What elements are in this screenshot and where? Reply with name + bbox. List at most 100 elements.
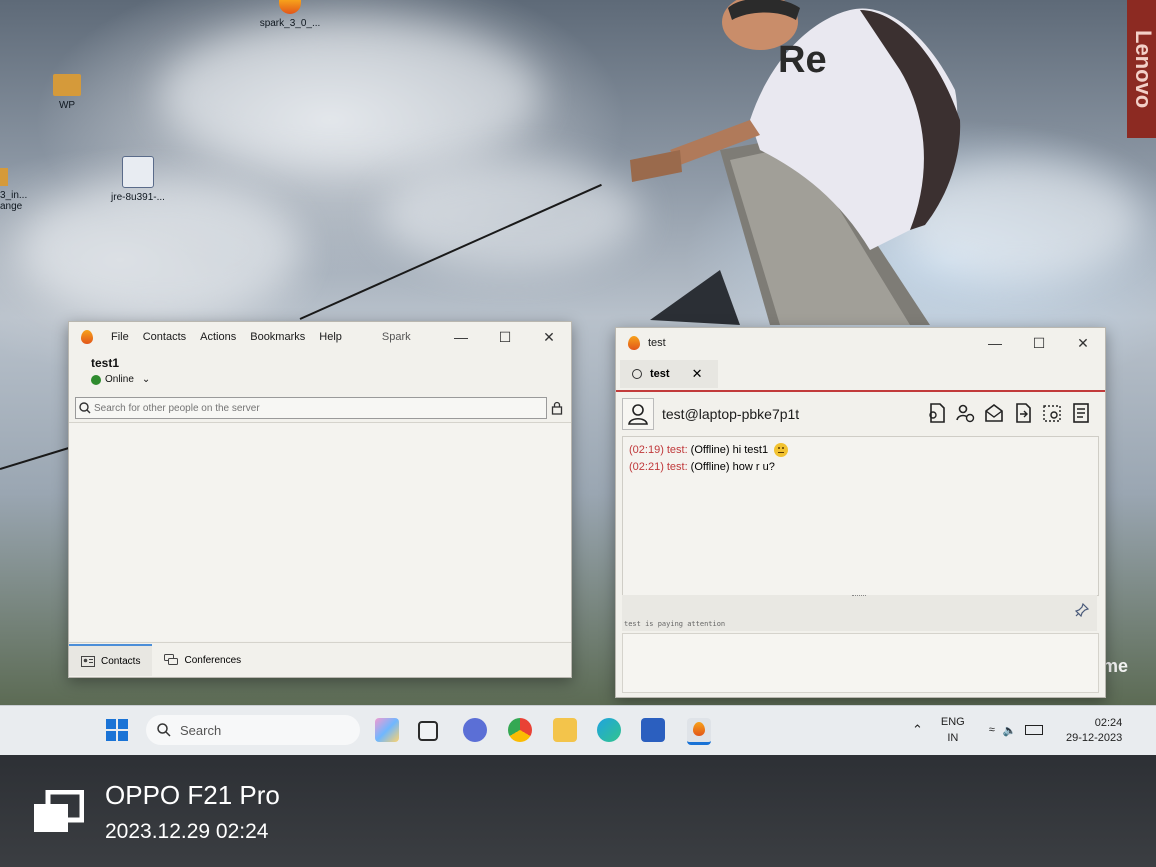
search-icon — [157, 723, 171, 737]
lock-icon[interactable] — [551, 401, 563, 415]
chevron-up-icon[interactable]: ⌃ — [912, 722, 923, 738]
teams-meet-icon[interactable] — [463, 718, 487, 742]
volume-icon[interactable]: 🔈 — [1003, 724, 1017, 737]
taskbar-search-box[interactable]: Search — [146, 715, 360, 745]
add-contact-icon[interactable] — [955, 402, 975, 424]
desktop-icon-partial[interactable]: 3_in... ange — [0, 168, 27, 212]
chat-window: test — ☐ ✕ test ✕ test@laptop-pbke7p1t (… — [615, 327, 1106, 698]
pin-icon[interactable] — [1075, 603, 1089, 617]
clock-date: 29-12-2023 — [1066, 732, 1123, 744]
desktop-icon-spark-installer[interactable]: spark_3_0_... — [250, 0, 330, 29]
menu-help[interactable]: Help — [319, 331, 342, 343]
splitter-handle[interactable] — [852, 595, 866, 599]
window-title: Spark — [381, 331, 411, 343]
typing-status-note: test is paying attention — [624, 620, 726, 628]
wifi-icon[interactable]: ≈ — [989, 724, 995, 736]
presence-status-selector[interactable]: Online ⌄ — [91, 374, 150, 385]
message-sender: test: — [666, 461, 688, 473]
conferences-icon — [164, 654, 179, 665]
close-icon[interactable]: ✕ — [1061, 328, 1105, 358]
search-icon — [79, 402, 91, 414]
message-input[interactable] — [623, 634, 1091, 686]
chat-tab-label: test — [650, 368, 670, 380]
spark-logo-icon — [628, 336, 640, 350]
message-time: (02:19) — [629, 444, 664, 456]
maximize-icon[interactable]: ☐ — [483, 322, 527, 352]
language-bottom: IN — [947, 732, 959, 744]
chrome-icon[interactable] — [508, 718, 532, 742]
online-status-icon — [91, 374, 101, 385]
desktop-icon-label: jre-8u391-... — [111, 192, 165, 203]
watermark-device-name: OPPO F21 Pro — [105, 780, 280, 810]
menu-file[interactable]: File — [111, 331, 129, 343]
java-installer-icon — [122, 156, 154, 188]
spark-logo-icon — [693, 722, 705, 736]
word-icon[interactable] — [641, 718, 665, 742]
maximize-icon[interactable]: ☐ — [1017, 328, 1061, 358]
svg-text:Re: Re — [778, 39, 827, 81]
message-text: (Offline) how r u? — [690, 461, 775, 473]
desktop-icon-jre[interactable]: jre-8u391-... — [98, 156, 178, 203]
chat-transcript[interactable]: (02:19) test: (Offline) hi test1 (02:21)… — [622, 436, 1099, 596]
chat-tab-test[interactable]: test ✕ — [620, 360, 718, 388]
folder-icon — [53, 74, 81, 96]
battery-icon[interactable] — [1024, 725, 1043, 735]
message-input-box[interactable] — [622, 633, 1099, 693]
desktop-icon-wp[interactable]: WP — [42, 74, 92, 111]
menu-bookmarks[interactable]: Bookmarks — [250, 331, 305, 343]
chat-tab-strip: test ✕ — [616, 358, 1105, 392]
message-text: (Offline) hi test1 — [690, 444, 769, 456]
taskbar-clock[interactable]: 02:24 29-12-2023 — [1066, 716, 1122, 746]
menu-contacts[interactable]: Contacts — [143, 331, 186, 343]
spark-logo-icon — [81, 330, 93, 344]
window-controls: — ☐ ✕ — [973, 328, 1105, 358]
contact-list[interactable] — [69, 422, 571, 641]
close-icon[interactable]: ✕ — [527, 322, 571, 352]
people-search-box[interactable] — [75, 397, 547, 419]
tab-contacts[interactable]: Contacts — [69, 644, 153, 676]
spark-titlebar[interactable]: File Contacts Actions Bookmarks Help Spa… — [69, 322, 571, 352]
tab-contacts-label: Contacts — [101, 655, 141, 667]
wallpaper-rider-image: Re — [630, 0, 961, 325]
language-indicator[interactable]: ENG IN — [941, 714, 965, 746]
presence-circle-icon — [632, 369, 642, 379]
menu-bar: File Contacts Actions Bookmarks Help — [101, 331, 342, 343]
spark-taskbar-icon[interactable] — [687, 718, 711, 745]
file-explorer-icon[interactable] — [553, 718, 577, 742]
chat-message: (02:21) test: (Offline) how r u? — [629, 461, 1098, 473]
system-tray: ⌃ ENG IN ≈ 🔈 — [912, 714, 1043, 746]
rope-line — [0, 444, 77, 470]
email-icon[interactable] — [984, 402, 1004, 424]
lenovo-tag: Lenovo — [1127, 0, 1156, 138]
screenshot-icon[interactable] — [1042, 402, 1062, 424]
desktop-icon-label: WP — [58, 100, 76, 111]
windows-start-icon[interactable] — [106, 719, 128, 741]
close-tab-icon[interactable]: ✕ — [692, 366, 703, 382]
tab-conferences[interactable]: Conferences — [152, 645, 253, 675]
clock-time: 02:24 — [1094, 717, 1123, 729]
chat-message: (02:19) test: (Offline) hi test1 — [629, 443, 1098, 457]
message-sender: test: — [666, 444, 688, 456]
send-file-icon[interactable] — [1013, 402, 1033, 424]
minimize-icon[interactable]: — — [439, 322, 483, 352]
edge-icon[interactable] — [597, 718, 621, 742]
copilot-icon[interactable] — [375, 718, 399, 742]
neutral-face-emoji-icon — [774, 443, 789, 457]
contact-card-icon[interactable] — [926, 402, 946, 424]
presence-status-label: Online — [105, 374, 134, 385]
people-search-input[interactable] — [92, 401, 526, 415]
chat-header: test@laptop-pbke7p1t — [622, 394, 1097, 434]
menu-actions[interactable]: Actions — [200, 331, 236, 343]
bottom-tab-bar: Contacts Conferences — [69, 642, 571, 677]
chevron-down-icon: ⌄ — [141, 374, 151, 385]
task-view-icon[interactable] — [418, 721, 438, 741]
laptop-bezel — [0, 755, 1156, 867]
chat-titlebar[interactable]: test — ☐ ✕ — [616, 328, 1105, 358]
chat-toolbar — [926, 402, 1091, 424]
transcript-icon[interactable] — [1071, 402, 1091, 424]
chat-status-strip: test is paying attention — [622, 595, 1097, 631]
window-controls: — ☐ ✕ — [439, 322, 571, 352]
minimize-icon[interactable]: — — [973, 328, 1017, 358]
watermark-timestamp: 2023.12.29 02:24 — [105, 820, 269, 843]
chat-contact-jid: test@laptop-pbke7p1t — [662, 406, 800, 422]
